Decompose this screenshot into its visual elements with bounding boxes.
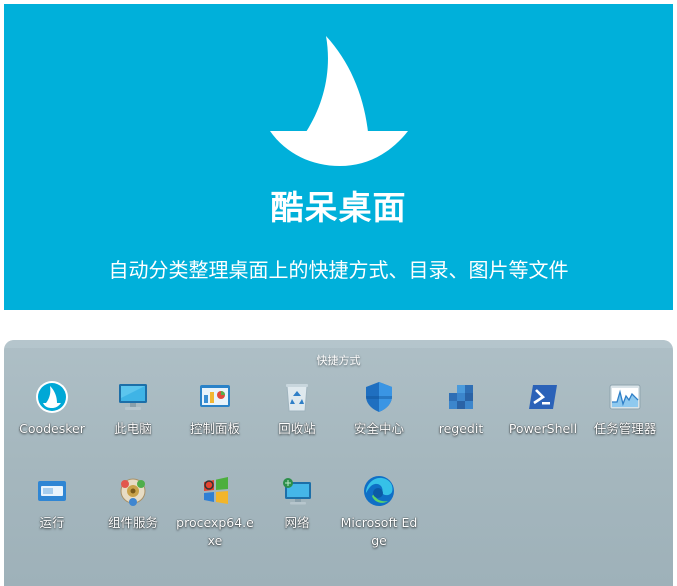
icon-label: 运行: [39, 515, 65, 530]
component-services-icon: [116, 474, 150, 508]
control-panel-icon: [198, 380, 232, 414]
icon-label: PowerShell: [508, 421, 578, 436]
icon-label: 回收站: [278, 421, 316, 436]
run-icon: [35, 474, 69, 508]
group-title: 快捷方式: [316, 354, 361, 367]
regedit-icon: [444, 380, 478, 414]
security-shield-icon: [362, 380, 396, 414]
desktop-icon-procexp[interactable]: procexp64.exe: [174, 474, 256, 550]
desktop-icon-coodesker[interactable]: Coodesker: [11, 380, 93, 438]
network-icon: [280, 474, 314, 508]
desktop-icon-run[interactable]: 运行: [11, 474, 93, 532]
desktop-icon-network[interactable]: 网络: [256, 474, 338, 532]
icon-label: Microsoft Edge: [340, 515, 418, 548]
icon-label: 控制面板: [189, 421, 240, 436]
icon-label: procexp64.exe: [176, 515, 254, 548]
desktop-group-window: 快捷方式 Coodesker 此电脑 控制面板 回收站 安全中心 regedit…: [4, 340, 673, 586]
desktop-icon-component-services[interactable]: 组件服务: [92, 474, 174, 532]
this-pc-icon: [116, 380, 150, 414]
desktop-icon-security-center[interactable]: 安全中心: [338, 380, 420, 438]
edge-icon: [362, 474, 396, 508]
coodesker-sail-icon: [35, 380, 69, 414]
icon-label: 安全中心: [353, 421, 404, 436]
icon-label: 组件服务: [107, 515, 158, 530]
powershell-icon: [526, 380, 560, 414]
sail-logo-icon: [270, 36, 408, 166]
icon-label: Coodesker: [19, 421, 85, 436]
task-manager-icon: [608, 380, 642, 414]
icon-label: 此电脑: [114, 421, 152, 436]
icon-label: regedit: [438, 421, 484, 436]
desktop-icon-recycle-bin[interactable]: 回收站: [256, 380, 338, 438]
desktop-icon-this-pc[interactable]: 此电脑: [92, 380, 174, 438]
brand-title: 酷呆桌面: [270, 188, 407, 227]
desktop-icon-regedit[interactable]: regedit: [420, 380, 502, 438]
brand-subtitle: 自动分类整理桌面上的快捷方式、目录、图片等文件: [108, 258, 569, 282]
desktop-icon-control-panel[interactable]: 控制面板: [174, 380, 256, 438]
icon-label: 任务管理器: [593, 421, 657, 436]
desktop-icon-task-manager[interactable]: 任务管理器: [584, 380, 666, 438]
promo-banner: 酷呆桌面 自动分类整理桌面上的快捷方式、目录、图片等文件: [4, 4, 673, 310]
desktop-icon-powershell[interactable]: PowerShell: [502, 380, 584, 438]
procexp-icon: [198, 474, 232, 508]
desktop-icon-edge[interactable]: Microsoft Edge: [338, 474, 420, 550]
icon-label: 网络: [284, 515, 310, 530]
recycle-bin-icon: [280, 380, 314, 414]
